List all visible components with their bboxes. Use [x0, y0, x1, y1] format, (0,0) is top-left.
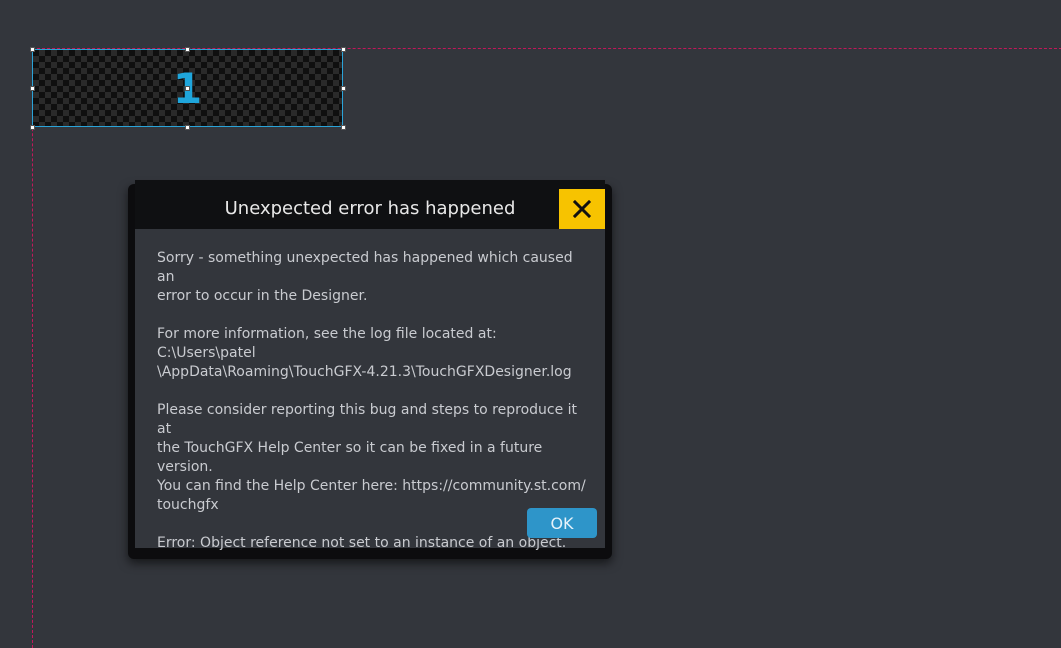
- resize-handle-middle-left[interactable]: [30, 86, 35, 91]
- resize-handle-top-center[interactable]: [185, 47, 190, 52]
- report-paragraph: Please consider reporting this bug and s…: [157, 402, 586, 513]
- error-dialog: Unexpected error has happened Sorry - so…: [135, 180, 605, 551]
- resize-handle-bottom-center[interactable]: [185, 125, 190, 130]
- close-button[interactable]: [559, 189, 605, 229]
- resize-handle-bottom-left[interactable]: [30, 125, 35, 130]
- resize-handle-middle-right[interactable]: [341, 86, 346, 91]
- resize-handle-center[interactable]: [185, 86, 190, 91]
- log-path-paragraph: For more information, see the log file l…: [157, 326, 572, 380]
- dialog-header: Unexpected error has happened: [135, 180, 605, 229]
- ok-button[interactable]: OK: [527, 508, 597, 538]
- close-icon: [573, 200, 591, 218]
- resize-handle-bottom-right[interactable]: [341, 125, 346, 130]
- dialog-title: Unexpected error has happened: [224, 198, 516, 219]
- resize-handle-top-right[interactable]: [341, 47, 346, 52]
- message-paragraph: Sorry - something unexpected has happene…: [157, 250, 573, 304]
- resize-handle-top-left[interactable]: [30, 47, 35, 52]
